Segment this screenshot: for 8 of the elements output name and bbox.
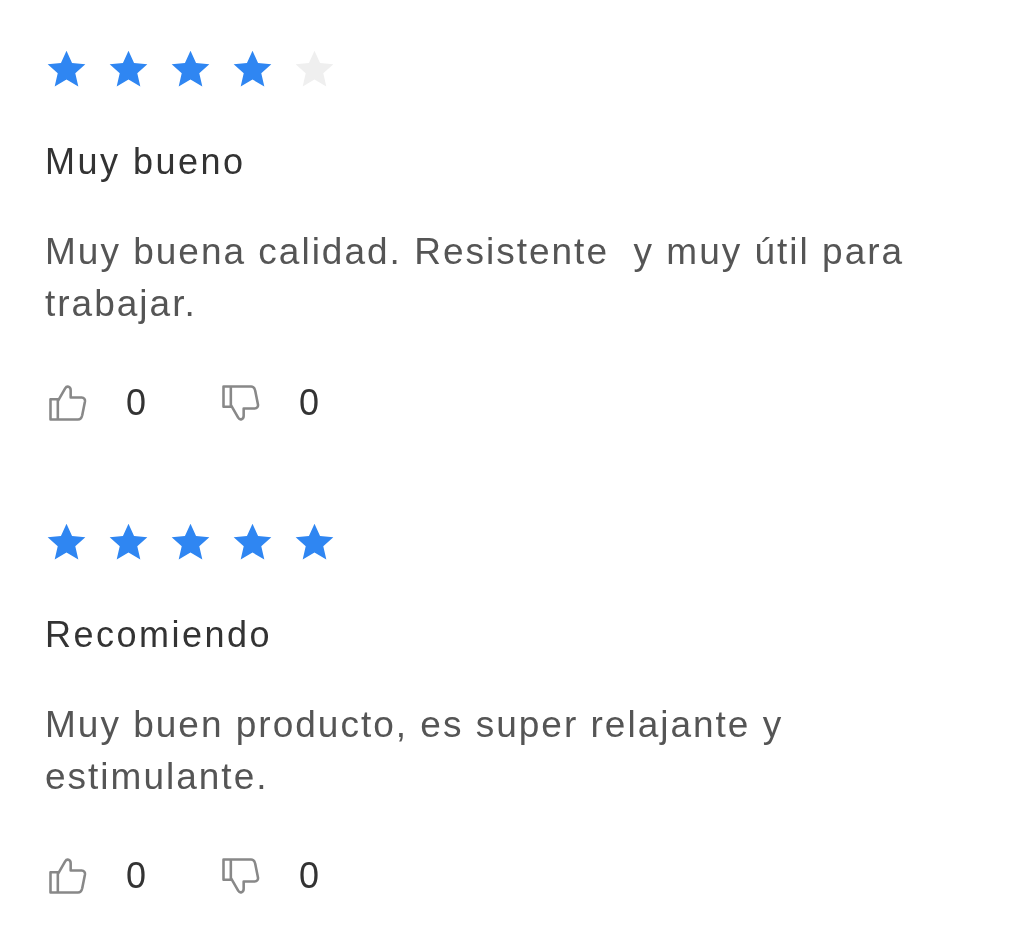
review-title: Recomiendo	[45, 615, 273, 655]
like-button[interactable]: 0	[45, 854, 147, 898]
like-button[interactable]: 0	[45, 381, 147, 425]
review-text: Muy buen producto, es super relajante y estimulante.	[45, 703, 785, 799]
review-text: Muy buena calidad. Resistente y muy útil para trabajar.	[45, 230, 906, 326]
dislike-button[interactable]: 0	[218, 854, 320, 898]
dislike-button[interactable]: 0	[218, 381, 320, 425]
review-title: Muy bueno	[45, 142, 246, 182]
